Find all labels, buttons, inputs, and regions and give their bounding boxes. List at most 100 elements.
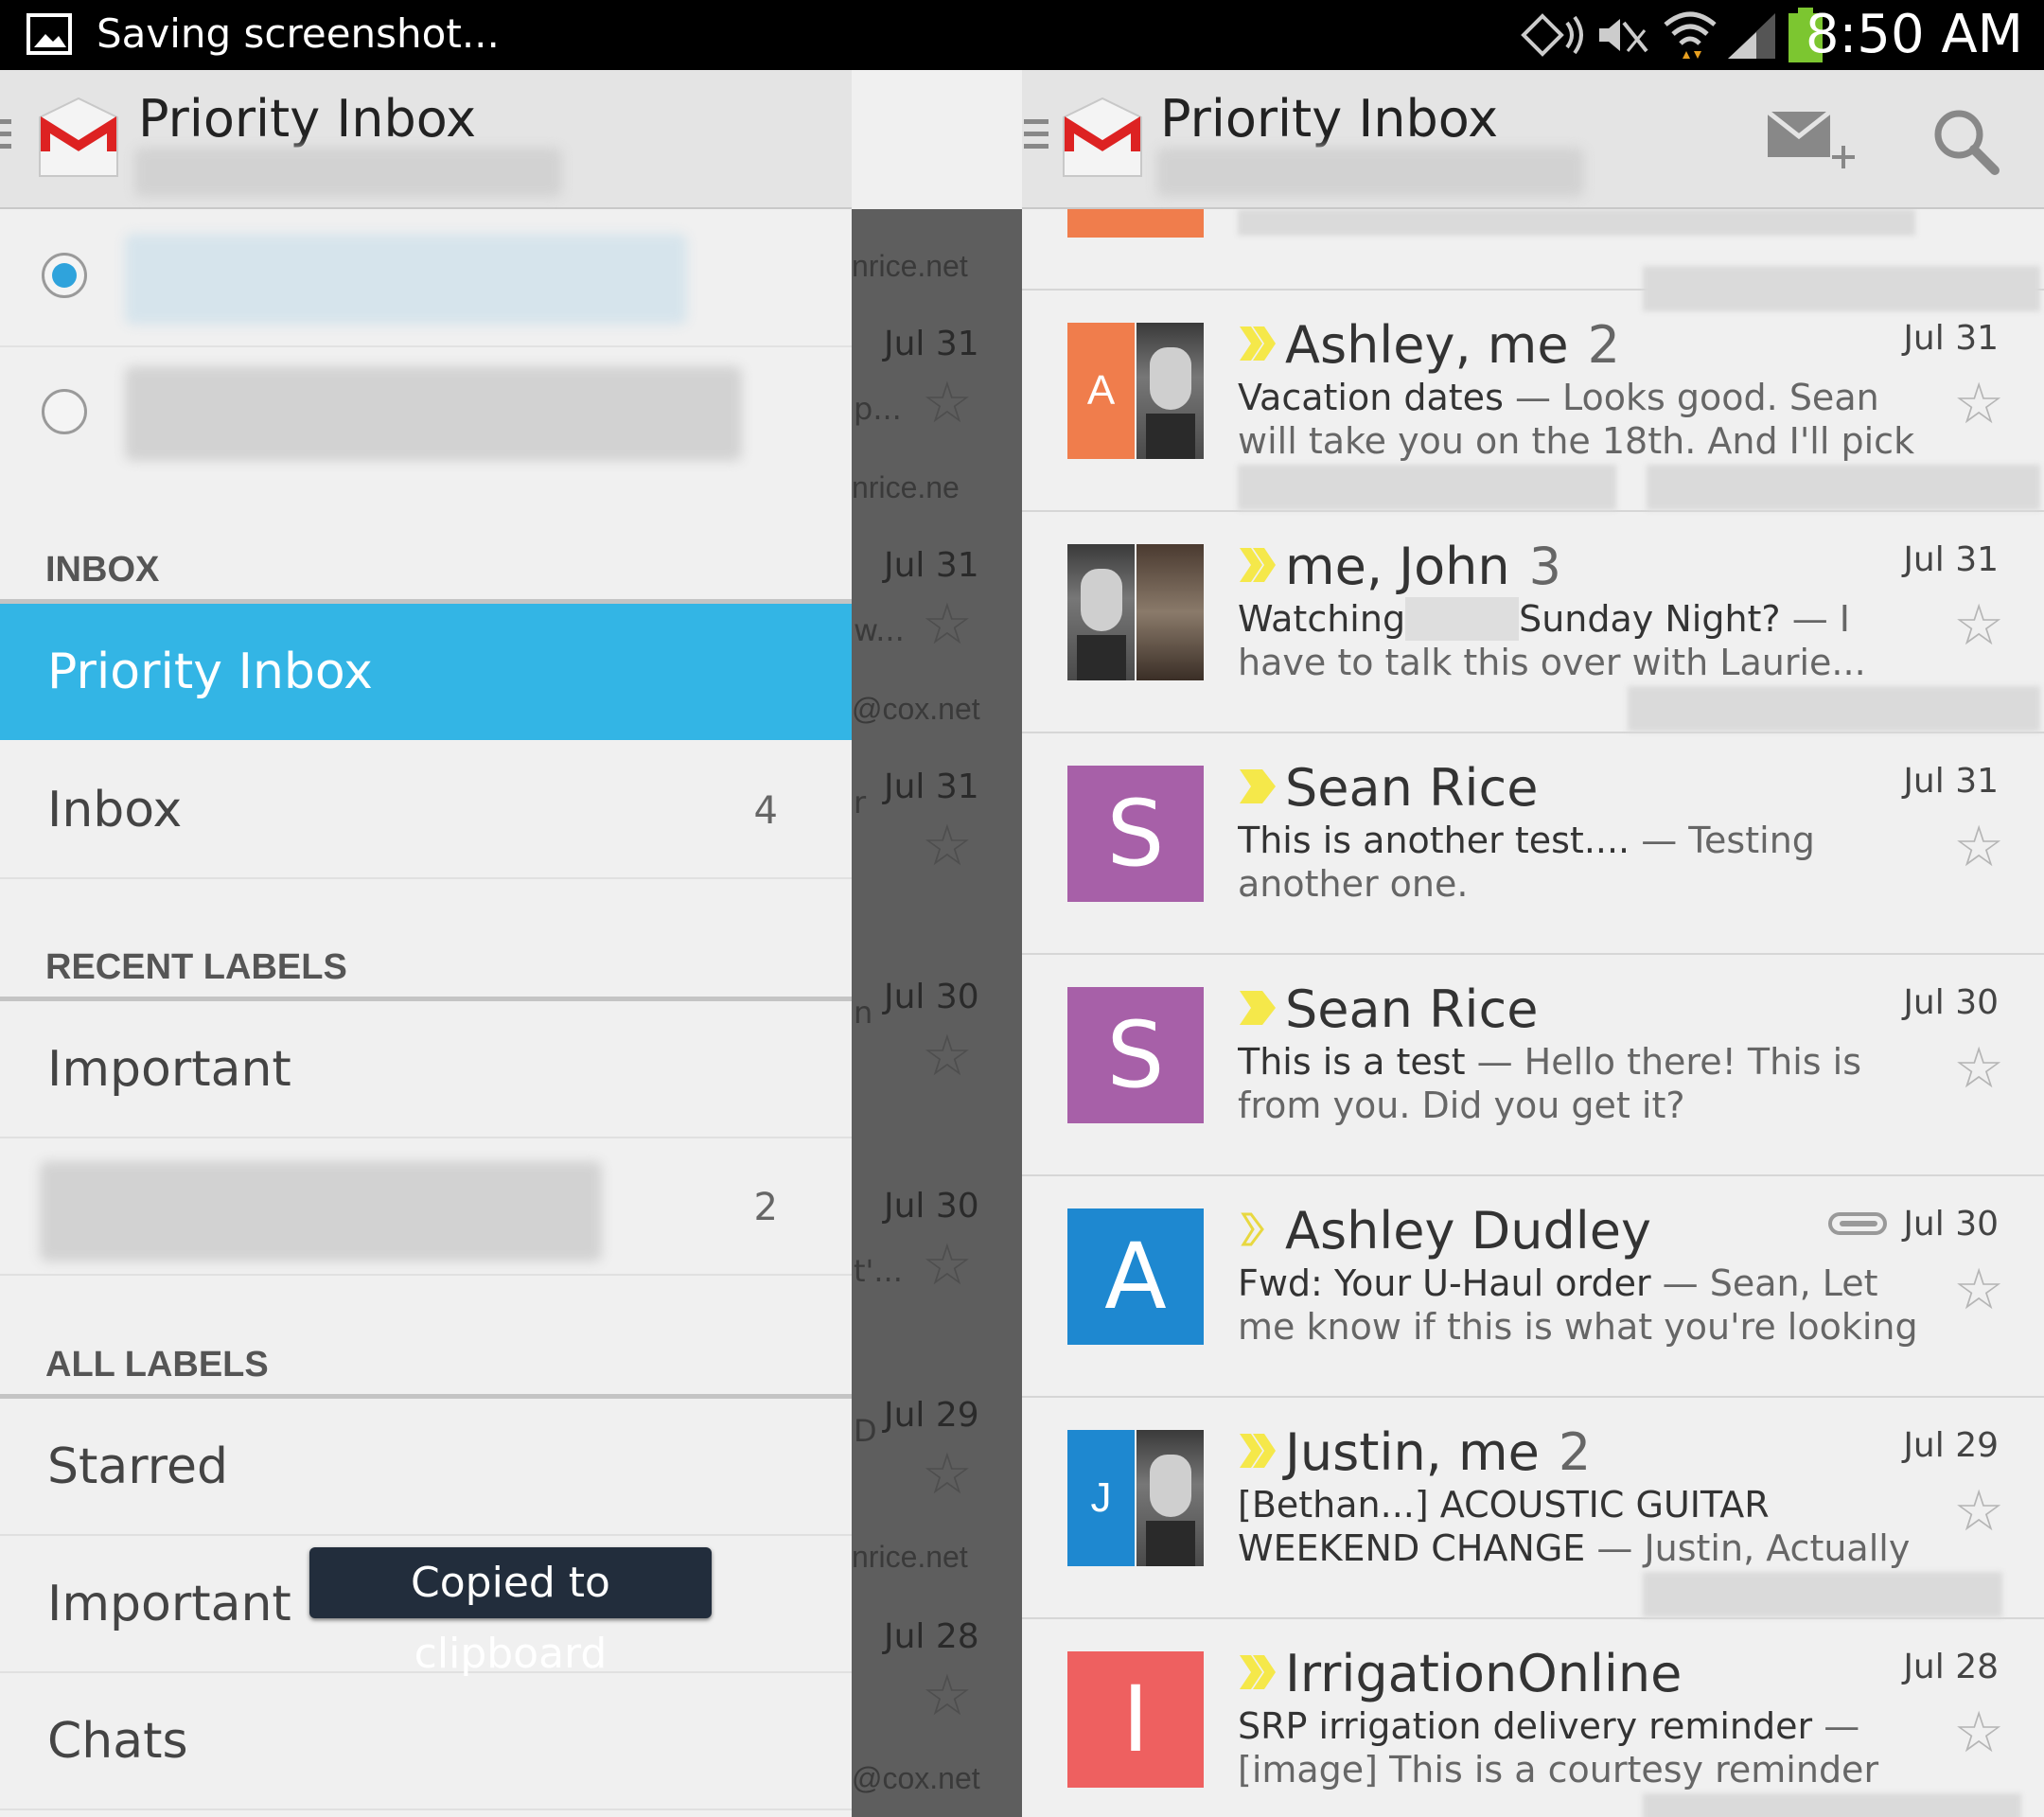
drawer-item-label: Priority Inbox	[47, 644, 373, 700]
star-icon[interactable]: ☆	[1953, 1481, 2004, 1542]
email-snippet: SRP irrigation delivery reminder — [imag…	[1238, 1704, 1919, 1793]
email-row[interactable]: I IrrigationOnline Jul 28 ☆ SRP irrigation d…	[1022, 1617, 2044, 1817]
peek-date: Jul 30	[884, 1187, 979, 1226]
gmail-logo-icon[interactable]	[38, 97, 119, 178]
avatar-letter: A	[1067, 323, 1135, 459]
avatar[interactable]: I	[1067, 1651, 1204, 1788]
peek-row: Jul 31 r ☆	[852, 739, 1022, 961]
star-icon[interactable]: ☆	[1953, 374, 2004, 434]
dimmed-list-peek[interactable]: nrice.net Jul 31 p... ☆ nrice.ne Jul 31 …	[852, 209, 1022, 1817]
snippet-redacted	[1238, 209, 1915, 236]
account-name-redacted	[125, 234, 687, 325]
email-date: Jul 31	[1903, 540, 1999, 579]
toast-message: Copied to clipboard	[309, 1547, 712, 1678]
peek-row: Jul 30 t'... ☆	[852, 1158, 1022, 1380]
email-list: A Ashley, me 2 Jul 31 ☆ Vacation dates — Look…	[1022, 209, 2044, 1817]
importance-marker-icon[interactable]	[1238, 1430, 1279, 1472]
sender-text: IrrigationOnline	[1285, 1644, 1683, 1703]
section-header-all-labels: ALL LABELS	[45, 1345, 269, 1385]
peek-date: Jul 30	[884, 978, 979, 1016]
account-row-selected[interactable]	[0, 209, 852, 347]
account-email-redacted	[134, 148, 562, 197]
importance-marker-icon[interactable]	[1238, 323, 1279, 364]
email-row[interactable]: me, John 3 Jul 31 ☆ Watching Sunday Night? — …	[1022, 510, 2044, 733]
account-name-redacted	[125, 366, 742, 461]
importance-marker-icon[interactable]	[1238, 1208, 1279, 1250]
importance-marker-icon[interactable]	[1238, 1651, 1279, 1693]
status-bar: Saving screenshot... 8:50 AM	[0, 0, 2044, 70]
subject-redacted	[1405, 597, 1520, 641]
star-icon[interactable]: ☆	[1953, 1702, 2004, 1763]
peek-date: Jul 31	[884, 767, 979, 806]
importance-marker-icon[interactable]	[1238, 766, 1279, 807]
image-notification-icon	[26, 13, 72, 55]
email-date: Jul 31	[1903, 319, 1999, 358]
email-snippet: This is another test.... — Testing anoth…	[1238, 819, 1919, 908]
search-icon[interactable]	[1932, 108, 2000, 176]
label-chip-redacted	[1647, 465, 2040, 510]
compose-icon[interactable]	[1766, 108, 1857, 180]
account-radio-selected[interactable]	[42, 253, 87, 298]
notification-text: Saving screenshot...	[97, 10, 500, 57]
sender-domain-fragment: nrice.ne	[852, 470, 960, 504]
thread-count: 3	[1528, 537, 1561, 596]
account-row[interactable]	[0, 347, 852, 482]
list-action-bar: Priority Inbox	[1022, 70, 2044, 209]
account-radio[interactable]	[42, 389, 87, 434]
label-chip-redacted	[1643, 1793, 2021, 1817]
attachment-icon	[1828, 1212, 1887, 1235]
drawer-toggle-icon[interactable]	[1024, 119, 1048, 151]
thread-count: 2	[1587, 315, 1620, 375]
star-icon: ☆	[922, 1024, 973, 1087]
avatar[interactable]: A	[1067, 323, 1204, 459]
drawer-toggle-icon[interactable]	[0, 119, 11, 151]
photo-body	[1146, 1521, 1195, 1566]
drawer-item-label: Chats	[47, 1713, 188, 1770]
drawer-item-recent-label[interactable]: 2	[0, 1138, 852, 1276]
wifi-icon	[1664, 11, 1717, 59]
star-icon[interactable]: ☆	[1953, 817, 2004, 877]
sender-domain-fragment: nrice.net	[852, 1540, 968, 1574]
peek-snippet-fragment: t'...	[854, 1253, 903, 1289]
avatar[interactable]: J	[1067, 1430, 1204, 1566]
peek-date: Jul 31	[884, 325, 979, 363]
sender-name: IrrigationOnline	[1285, 1644, 1682, 1704]
email-row[interactable]: S Sean Rice Jul 30 ☆ This is a test — Hello …	[1022, 953, 2044, 1176]
peek-date: Jul 29	[884, 1396, 979, 1435]
sender-text: Sean Rice	[1285, 758, 1539, 818]
peek-snippet-fragment: n	[854, 995, 873, 1031]
avatar[interactable]: S	[1067, 987, 1204, 1123]
sender-text: Ashley Dudley	[1285, 1201, 1651, 1261]
email-row[interactable]: J Justin, me 2 Jul 29 ☆ [Bethan...] ACOUSTIC …	[1022, 1396, 2044, 1619]
email-row-partial[interactable]	[1022, 209, 2044, 311]
drawer-item-priority-inbox[interactable]: Priority Inbox	[0, 604, 852, 740]
signal-icon	[1728, 13, 1775, 59]
drawer-item-inbox[interactable]: Inbox 4	[0, 742, 852, 879]
importance-marker-icon[interactable]	[1238, 987, 1279, 1029]
avatar[interactable]: S	[1067, 766, 1204, 902]
peek-date: Jul 28	[884, 1617, 979, 1656]
drawer-item-recent-important[interactable]: Important	[0, 1001, 852, 1138]
email-row[interactable]: A Ashley Dudley Jul 30 ☆ Fwd: Your U-Haul or…	[1022, 1174, 2044, 1398]
star-icon[interactable]: ☆	[1953, 1260, 2004, 1320]
peek-row: Jul 30 n ☆	[852, 949, 1022, 1171]
unread-count: 2	[753, 1186, 778, 1229]
email-snippet: This is a test — Hello there! This is fr…	[1238, 1040, 1919, 1129]
avatar[interactable]: A	[1067, 1208, 1204, 1345]
email-row[interactable]: S Sean Rice Jul 31 ☆ This is another test...…	[1022, 732, 2044, 955]
email-row[interactable]: A Ashley, me 2 Jul 31 ☆ Vacation dates — Look…	[1022, 289, 2044, 512]
sender-text: Justin, me	[1285, 1422, 1540, 1482]
sender-text: Ashley, me	[1285, 315, 1569, 375]
star-icon[interactable]: ☆	[1953, 595, 2004, 656]
gmail-logo-icon[interactable]	[1062, 97, 1143, 178]
drawer-item-chats[interactable]: Chats	[0, 1673, 852, 1810]
sender-name: Sean Rice	[1285, 758, 1538, 819]
drawer-item-starred[interactable]: Starred	[0, 1399, 852, 1536]
mute-icon	[1599, 19, 1648, 53]
email-subject-cont: Sunday Night?	[1519, 598, 1781, 640]
email-subject: Watching	[1238, 598, 1406, 640]
avatar[interactable]	[1067, 544, 1204, 680]
importance-marker-icon[interactable]	[1238, 544, 1279, 586]
star-icon: ☆	[922, 592, 973, 656]
star-icon[interactable]: ☆	[1953, 1038, 2004, 1099]
